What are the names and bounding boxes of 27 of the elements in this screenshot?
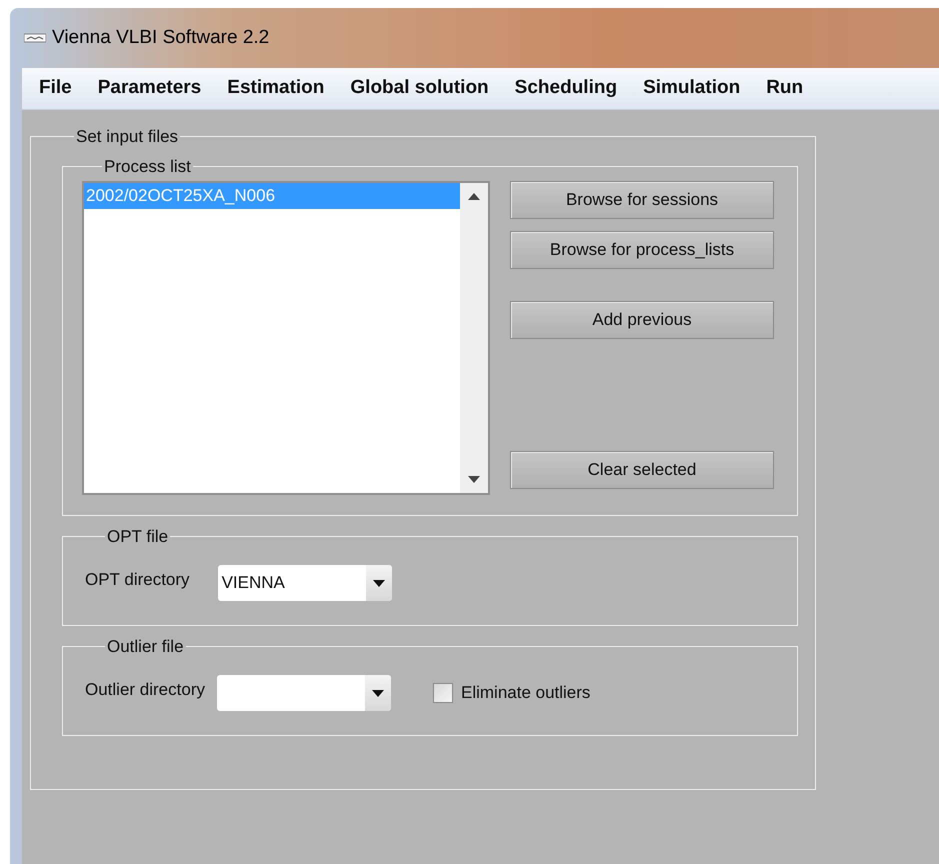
- window-title: Vienna VLBI Software 2.2: [52, 26, 270, 50]
- app-icon: [24, 33, 46, 43]
- group-title: Set input files: [75, 126, 180, 148]
- checkbox[interactable]: [432, 683, 453, 703]
- action-button[interactable]: Browse for process_lists: [510, 231, 774, 269]
- group-title: Process list: [103, 156, 192, 178]
- menu-item[interactable]: Estimation: [214, 74, 338, 103]
- menu-item[interactable]: Simulation: [630, 74, 754, 103]
- dropdown[interactable]: VIENNA: [218, 565, 392, 601]
- scrollbar[interactable]: [460, 183, 488, 493]
- menu-item[interactable]: Scheduling: [502, 74, 630, 103]
- menu-item[interactable]: Parameters: [84, 74, 214, 103]
- dropdown-arrow-icon[interactable]: [372, 580, 385, 586]
- group-title: OPT file: [106, 526, 170, 548]
- menu-item[interactable]: Run: [753, 74, 816, 103]
- field-label: OPT directory: [85, 569, 190, 592]
- checkbox-label[interactable]: Eliminate outliers: [460, 680, 590, 706]
- action-button[interactable]: Clear selected: [510, 451, 774, 489]
- action-button[interactable]: Browse for sessions: [510, 181, 774, 219]
- dropdown-arrow-icon[interactable]: [372, 690, 384, 696]
- action-button[interactable]: Add previous: [510, 301, 774, 339]
- menu-item[interactable]: Global solution: [337, 74, 502, 103]
- menu-item[interactable]: File: [26, 74, 85, 103]
- field-label: Outlier directory: [85, 679, 205, 702]
- group-title: Outlier file: [106, 636, 185, 658]
- scroll-down-icon[interactable]: [468, 476, 480, 483]
- scroll-up-icon[interactable]: [468, 193, 480, 200]
